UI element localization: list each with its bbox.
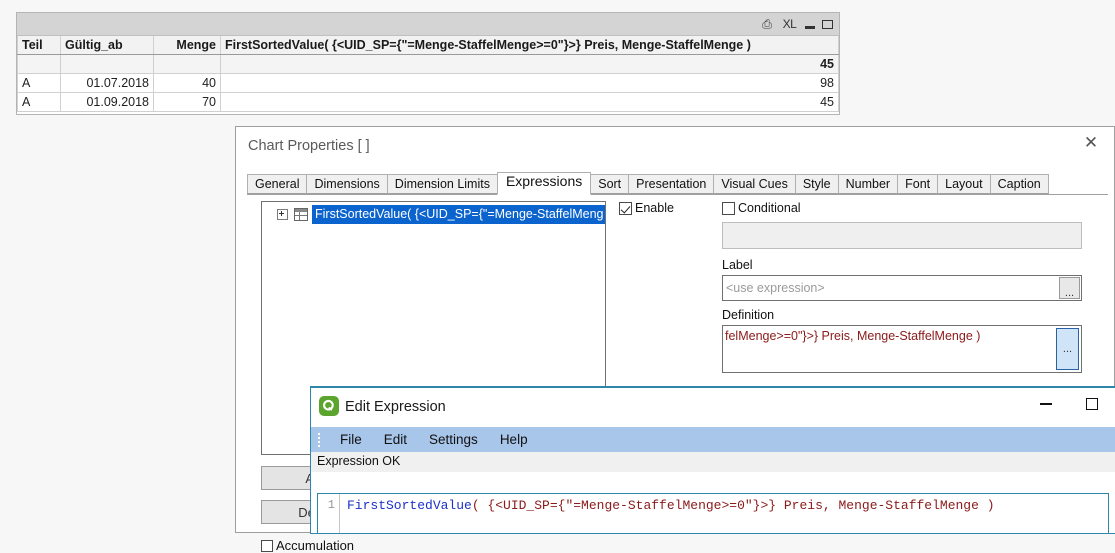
definition-field-caption: Definition [722, 308, 775, 322]
cell-menge[interactable]: 40 [153, 73, 221, 93]
total-cell-menge [153, 54, 221, 74]
chart-properties-title: Chart Properties [ ] [248, 138, 370, 154]
tab-expressions[interactable]: Expressions [496, 172, 592, 195]
column-header-expression[interactable]: FirstSortedValue( {<UID_SP={"=Menge-Staf… [220, 36, 839, 55]
table-row[interactable]: A 01.09.2018 70 45 [17, 92, 839, 112]
code-token-function: FirstSortedValue [347, 498, 472, 513]
tab-style[interactable]: Style [794, 174, 839, 194]
tab-dimensions[interactable]: Dimensions [306, 174, 388, 194]
table-caption-buttons: ⎙ XL [760, 15, 833, 33]
enable-checkbox[interactable] [619, 201, 632, 215]
tab-general[interactable]: General [247, 174, 308, 194]
enable-checkbox-row[interactable]: Enable [619, 201, 674, 215]
edit-expression-titlebar[interactable]: Edit Expression [311, 388, 1115, 427]
chart-properties-tabstrip: General Dimensions Dimension Limits Expr… [247, 172, 1108, 195]
straight-table-grid: Teil Gültig_ab Menge FirstSortedValue( {… [17, 36, 839, 112]
conditional-checkbox[interactable] [722, 201, 735, 215]
cell-expression[interactable]: 45 [220, 92, 839, 112]
tab-sort[interactable]: Sort [590, 174, 630, 194]
label-field-placeholder: <use expression> [726, 281, 825, 295]
label-browse-button[interactable]: ... [1059, 277, 1080, 299]
expression-list-item[interactable]: FirstSortedValue( {<UID_SP={"=Menge-Staf… [262, 205, 605, 224]
edit-expression-window-buttons [1023, 388, 1115, 420]
tab-caption[interactable]: Caption [989, 174, 1049, 194]
tab-dimension-limits[interactable]: Dimension Limits [386, 174, 498, 194]
enable-label: Enable [635, 201, 674, 215]
close-icon[interactable]: ✕ [1068, 127, 1114, 159]
table-total-row: 45 [17, 54, 839, 74]
total-cell-expression: 45 [220, 54, 839, 74]
maximize-icon [1086, 398, 1098, 410]
edit-expression-menubar: File Edit Settings Help [311, 427, 1115, 452]
definition-browse-button[interactable]: ... [1056, 328, 1079, 370]
accumulation-label: Accumulation [276, 538, 355, 553]
cell-menge[interactable]: 70 [153, 92, 221, 112]
cell-gueltig-ab[interactable]: 01.07.2018 [60, 73, 154, 93]
conditional-checkbox-row[interactable]: Conditional [722, 201, 801, 215]
maximize-button[interactable] [1069, 388, 1115, 420]
edit-expression-title: Edit Expression [345, 399, 446, 415]
definition-field[interactable]: felMenge>=0"}>} Preis, Menge-StaffelMeng… [722, 325, 1082, 373]
accumulation-checkbox-row[interactable]: Accumulation [261, 538, 354, 553]
label-field[interactable]: <use expression> ... [722, 275, 1082, 301]
tab-layout[interactable]: Layout [937, 174, 991, 194]
total-cell-teil [17, 54, 61, 74]
qlikview-logo-icon [319, 396, 339, 416]
cell-gueltig-ab[interactable]: 01.09.2018 [60, 92, 154, 112]
column-header-menge[interactable]: Menge [153, 36, 221, 55]
column-header-teil[interactable]: Teil [17, 36, 61, 55]
edit-expression-window: Edit Expression File Edit Settings Help … [310, 386, 1115, 534]
cell-expression[interactable]: 98 [220, 73, 839, 93]
minimize-icon [1040, 403, 1052, 405]
table-row[interactable]: A 01.07.2018 40 98 [17, 73, 839, 93]
maximize-icon[interactable] [822, 19, 833, 29]
tab-number[interactable]: Number [837, 174, 899, 194]
table-caption-bar: ⎙ XL [17, 13, 839, 36]
expression-list-item-label: FirstSortedValue( {<UID_SP={"=Menge-Staf… [312, 205, 605, 224]
expression-grid-icon [294, 208, 308, 221]
cell-teil[interactable]: A [17, 73, 61, 93]
table-header-row: Teil Gültig_ab Menge FirstSortedValue( {… [17, 36, 839, 55]
editor-code-line[interactable]: FirstSortedValue( {<UID_SP={"=Menge-Staf… [340, 494, 1108, 533]
cell-teil[interactable]: A [17, 92, 61, 112]
menu-help[interactable]: Help [489, 430, 539, 449]
tab-presentation[interactable]: Presentation [628, 174, 715, 194]
chart-properties-titlebar[interactable]: Chart Properties [ ] ✕ [236, 127, 1114, 165]
editor-line-number: 1 [318, 494, 340, 533]
minimize-icon[interactable] [805, 25, 815, 29]
expression-status-text: Expression OK [311, 452, 1115, 472]
definition-field-value: felMenge>=0"}>} Preis, Menge-StaffelMeng… [725, 329, 981, 343]
tab-font[interactable]: Font [897, 174, 939, 194]
column-header-gueltig-ab[interactable]: Gültig_ab [60, 36, 154, 55]
code-token-rest: ( {<UID_SP={"=Menge-StaffelMenge>=0"}>} … [471, 498, 995, 513]
expand-plus-icon[interactable] [277, 209, 288, 220]
straight-table-window: ⎙ XL Teil Gültig_ab Menge FirstSortedVal… [16, 12, 840, 115]
expression-code-editor[interactable]: 1 FirstSortedValue( {<UID_SP={"=Menge-St… [317, 493, 1109, 533]
minimize-button[interactable] [1023, 388, 1069, 420]
print-export-icon[interactable]: ⎙ [760, 17, 774, 31]
conditional-input[interactable] [722, 222, 1082, 249]
total-cell-gueltig-ab [60, 54, 154, 74]
menu-settings[interactable]: Settings [418, 430, 489, 449]
menu-edit[interactable]: Edit [373, 430, 418, 449]
label-field-caption: Label [722, 258, 753, 272]
conditional-label: Conditional [738, 201, 801, 215]
accumulation-checkbox[interactable] [261, 539, 273, 552]
menu-file[interactable]: File [329, 430, 373, 449]
excel-export-icon[interactable]: XL [781, 17, 798, 31]
menubar-gripper[interactable] [315, 431, 323, 449]
tab-visual-cues[interactable]: Visual Cues [713, 174, 796, 194]
